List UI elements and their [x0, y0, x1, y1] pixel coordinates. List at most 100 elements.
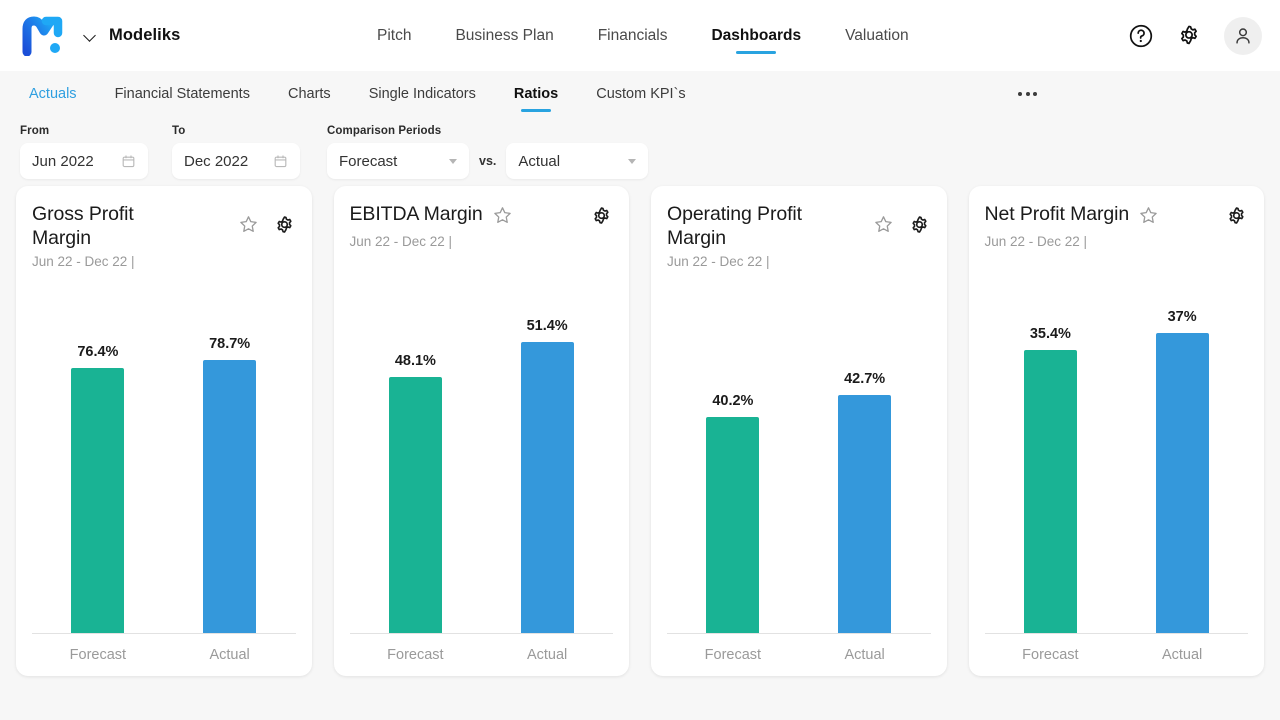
card-actions	[590, 202, 613, 249]
nav-item-business-plan[interactable]: Business Plan	[433, 0, 575, 71]
card-title-row: Net Profit Margin	[985, 202, 1226, 231]
comparison-a-select[interactable]: Forecast	[327, 143, 469, 179]
card-header: Net Profit Margin Jun 22 - Dec 22 |	[969, 186, 1265, 249]
to-date-group: To Dec 2022	[172, 125, 300, 179]
tab-single-indicators[interactable]: Single Indicators	[350, 71, 495, 117]
overflow-menu-button[interactable]	[1010, 84, 1045, 104]
brand-name: Modeliks	[109, 26, 181, 44]
from-date-input[interactable]: Jun 2022	[20, 143, 148, 179]
tab-ratios[interactable]: Ratios	[495, 71, 577, 117]
ellipsis-dot	[1025, 92, 1030, 96]
ratio-card-gross-profit-margin: Gross Profit Margin Jun 22 - Dec 22 | 76…	[16, 186, 312, 676]
bar-group-actual: 42.7%	[799, 258, 931, 633]
nav-label: Business Plan	[455, 26, 554, 44]
gear-icon	[276, 216, 292, 233]
nav-item-dashboards[interactable]: Dashboards	[689, 0, 823, 71]
gear-icon	[911, 216, 927, 233]
tab-charts[interactable]: Charts	[269, 71, 350, 117]
tab-label: Single Indicators	[368, 86, 476, 102]
bar-actual[interactable]	[203, 360, 257, 633]
bar-forecast[interactable]	[71, 368, 125, 633]
card-header: Operating Profit Margin Jun 22 - Dec 22 …	[651, 186, 947, 269]
question-circle-icon	[1129, 24, 1153, 47]
card-settings-button[interactable]	[590, 205, 613, 233]
tab-actuals[interactable]: Actuals	[10, 71, 96, 117]
nav-label: Valuation	[845, 26, 909, 44]
app-logo[interactable]	[14, 16, 70, 56]
comparison-b-select[interactable]: Actual	[506, 143, 649, 179]
card-header-text: Net Profit Margin Jun 22 - Dec 22 |	[985, 202, 1226, 249]
settings-button[interactable]	[1176, 23, 1202, 49]
x-axis-line	[32, 633, 296, 634]
bar-chart: 48.1% 51.4% Forecast Actual	[349, 258, 614, 676]
bar-group-forecast: 76.4%	[32, 258, 164, 633]
nav-item-financials[interactable]: Financials	[576, 0, 690, 71]
ellipsis-dot	[1033, 92, 1037, 96]
user-avatar-button[interactable]	[1224, 16, 1262, 55]
card-settings-button[interactable]	[908, 214, 931, 242]
favorite-star-button[interactable]	[492, 202, 513, 231]
card-settings-button[interactable]	[1225, 205, 1248, 233]
favorite-star-button[interactable]	[238, 214, 259, 240]
bar-actual[interactable]	[1155, 333, 1209, 633]
favorite-star-button[interactable]	[1138, 202, 1159, 231]
card-header: EBITDA Margin Jun 22 - Dec 22 |	[334, 186, 630, 249]
header-actions	[1128, 0, 1262, 71]
tab-label: Actuals	[29, 86, 77, 102]
x-axis-line	[349, 633, 613, 634]
x-tick-label: Actual	[526, 647, 568, 663]
gear-icon	[1181, 25, 1197, 44]
x-tick-label: Actual	[844, 647, 885, 663]
from-label: From	[20, 125, 50, 137]
card-header: Gross Profit Margin Jun 22 - Dec 22 |	[16, 186, 312, 269]
comparison-b-value: Actual	[518, 152, 561, 170]
ellipsis-dot	[1018, 92, 1022, 96]
brand-company-switcher[interactable]: Modeliks	[84, 26, 180, 45]
to-date-input[interactable]: Dec 2022	[172, 143, 300, 179]
bars-container: 76.4% 78.7%	[32, 258, 296, 633]
modeliks-m-logo-icon	[22, 16, 63, 56]
bar-forecast[interactable]	[1023, 350, 1077, 633]
nav-item-valuation[interactable]: Valuation	[823, 0, 930, 71]
bar-group-actual: 78.7%	[164, 258, 296, 633]
bar-group-forecast: 48.1%	[350, 258, 482, 633]
bar-value-label: 51.4%	[526, 318, 568, 334]
tab-financial-statements[interactable]: Financial Statements	[96, 71, 269, 117]
bar-actual[interactable]	[838, 395, 892, 633]
favorite-star-button[interactable]	[873, 214, 894, 240]
gear-icon	[1229, 207, 1244, 224]
tab-label: Charts	[287, 86, 331, 102]
x-tick-label: Actual	[209, 647, 250, 663]
help-button[interactable]	[1128, 23, 1154, 49]
star-outline-icon	[874, 216, 892, 232]
x-tick-label: Forecast	[69, 647, 127, 663]
chevron-down-icon	[84, 29, 98, 43]
x-axis-labels: Forecast Actual	[667, 642, 931, 668]
x-axis-line	[984, 633, 1248, 634]
x-axis-labels: Forecast Actual	[32, 642, 296, 668]
bar-forecast[interactable]	[706, 417, 760, 633]
x-axis-line	[667, 633, 931, 634]
bars-container: 48.1% 51.4%	[350, 258, 614, 633]
bar-actual[interactable]	[520, 342, 574, 633]
bar-forecast[interactable]	[388, 377, 442, 633]
card-subtitle: Jun 22 - Dec 22 |	[984, 234, 1088, 249]
ratio-card-operating-profit-margin: Operating Profit Margin Jun 22 - Dec 22 …	[651, 186, 947, 676]
comparison-a-value: Forecast	[339, 152, 398, 170]
card-actions	[1225, 202, 1248, 249]
gear-icon	[594, 207, 609, 224]
card-header-text: EBITDA Margin Jun 22 - Dec 22 |	[350, 202, 591, 249]
user-avatar-icon	[1236, 27, 1250, 44]
bar-value-label: 42.7%	[844, 371, 886, 387]
bars-container: 35.4% 37%	[985, 258, 1249, 633]
nav-item-pitch[interactable]: Pitch	[355, 0, 433, 71]
sub-navigation-tabs: Actuals Financial Statements Charts Sing…	[0, 71, 1280, 117]
filter-toolbar: From Jun 2022 To Dec 2022 Comparison Per…	[0, 117, 1280, 179]
card-settings-button[interactable]	[273, 214, 296, 242]
comparison-periods-group: Comparison Periods Forecast vs. Actual	[327, 125, 649, 179]
star-outline-icon	[239, 216, 257, 232]
x-tick-label: Forecast	[1022, 647, 1079, 663]
tab-custom-kpis[interactable]: Custom KPI`s	[577, 71, 704, 117]
calendar-icon	[122, 154, 135, 167]
bar-value-label: 78.7%	[209, 336, 251, 352]
